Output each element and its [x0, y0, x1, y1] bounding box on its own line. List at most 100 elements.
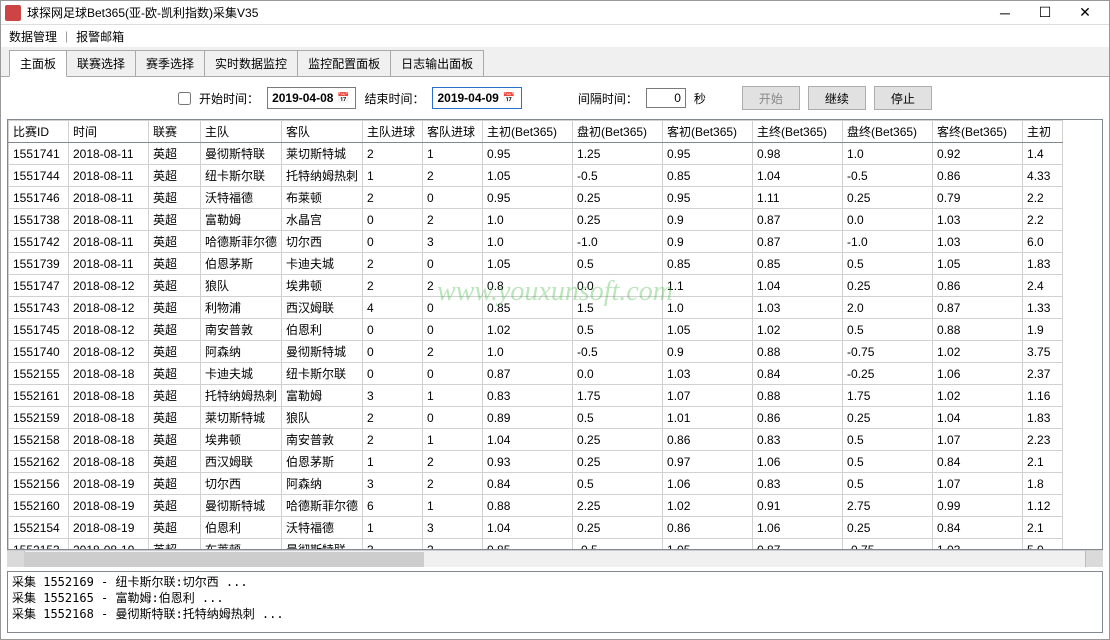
- interval-unit: 秒: [694, 90, 706, 107]
- table-cell: 1.06: [933, 363, 1023, 385]
- table-cell: 1.02: [933, 341, 1023, 363]
- table-cell: 0.83: [753, 429, 843, 451]
- table-row[interactable]: 15521612018-08-18英超托特纳姆热刺富勒姆310.831.751.…: [9, 385, 1063, 407]
- tab-league-select[interactable]: 联赛选择: [66, 50, 136, 76]
- table-cell: 0.99: [933, 495, 1023, 517]
- calendar-icon[interactable]: 📅: [335, 90, 351, 106]
- table-scroll[interactable]: 比赛ID时间联赛主队客队主队进球客队进球主初(Bet365)盘初(Bet365)…: [8, 120, 1102, 549]
- continue-button[interactable]: 继续: [808, 86, 866, 110]
- menu-data-manage[interactable]: 数据管理: [5, 26, 61, 47]
- table-cell: 1552155: [9, 363, 69, 385]
- table-cell: 曼彻斯特城: [282, 341, 363, 363]
- column-header[interactable]: 客终(Bet365): [933, 121, 1023, 143]
- column-header[interactable]: 盘终(Bet365): [843, 121, 933, 143]
- table-row[interactable]: 15521562018-08-19英超切尔西阿森纳320.840.51.060.…: [9, 473, 1063, 495]
- table-cell: 1.06: [753, 517, 843, 539]
- table-cell: 莱切斯特城: [282, 143, 363, 165]
- table-cell: 2018-08-12: [69, 341, 149, 363]
- table-cell: 4: [363, 297, 423, 319]
- table-row[interactable]: 15517442018-08-11英超纽卡斯尔联托特纳姆热刺121.05-0.5…: [9, 165, 1063, 187]
- table-row[interactable]: 15521532018-08-19英超布莱顿曼彻斯特联320.85-0.51.0…: [9, 539, 1063, 550]
- table-cell: 0: [423, 187, 483, 209]
- table-cell: 0.88: [753, 385, 843, 407]
- table-cell: 3: [363, 385, 423, 407]
- calendar-icon[interactable]: 📅: [501, 90, 517, 106]
- tab-realtime-monitor[interactable]: 实时数据监控: [204, 50, 298, 76]
- horizontal-scrollbar[interactable]: [7, 550, 1103, 567]
- table-cell: 0.95: [663, 187, 753, 209]
- column-header[interactable]: 主队进球: [363, 121, 423, 143]
- column-header[interactable]: 客队: [282, 121, 363, 143]
- table-cell: 0.5: [843, 451, 933, 473]
- table-row[interactable]: 15517382018-08-11英超富勒姆水晶宫021.00.250.90.8…: [9, 209, 1063, 231]
- tab-log-output[interactable]: 日志输出面板: [390, 50, 484, 76]
- start-button[interactable]: 开始: [742, 86, 800, 110]
- table-row[interactable]: 15517412018-08-11英超曼彻斯特联莱切斯特城210.951.250…: [9, 143, 1063, 165]
- tab-main-panel[interactable]: 主面板: [9, 50, 67, 77]
- table-cell: 2.2: [1023, 209, 1063, 231]
- log-panel[interactable]: 采集 1552169 - 纽卡斯尔联:切尔西 ...采集 1552165 - 富…: [7, 571, 1103, 633]
- table-cell: 3: [363, 539, 423, 550]
- tab-season-select[interactable]: 赛季选择: [135, 50, 205, 76]
- table-cell: 莱切斯特城: [201, 407, 282, 429]
- menu-alert-email[interactable]: 报警邮箱: [72, 26, 128, 47]
- table-cell: 2: [363, 187, 423, 209]
- table-cell: 哈德斯菲尔德: [201, 231, 282, 253]
- table-cell: 0.86: [663, 517, 753, 539]
- table-cell: 2.1: [1023, 451, 1063, 473]
- table-row[interactable]: 15521622018-08-18英超西汉姆联伯恩茅斯120.930.250.9…: [9, 451, 1063, 473]
- column-header[interactable]: 盘初(Bet365): [573, 121, 663, 143]
- table-cell: 0.91: [753, 495, 843, 517]
- column-header[interactable]: 比赛ID: [9, 121, 69, 143]
- table-row[interactable]: 15521582018-08-18英超埃弗顿南安普敦211.040.250.86…: [9, 429, 1063, 451]
- table-row[interactable]: 15517402018-08-12英超阿森纳曼彻斯特城021.0-0.50.90…: [9, 341, 1063, 363]
- table-cell: 1551738: [9, 209, 69, 231]
- table-cell: 2: [423, 539, 483, 550]
- table-cell: 英超: [149, 539, 201, 550]
- table-cell: 2: [363, 253, 423, 275]
- interval-spinner[interactable]: [646, 88, 686, 108]
- tab-monitor-config[interactable]: 监控配置面板: [297, 50, 391, 76]
- column-header[interactable]: 主初(Bet365): [483, 121, 573, 143]
- column-header[interactable]: 主队: [201, 121, 282, 143]
- table-cell: 1.75: [573, 385, 663, 407]
- table-cell: 狼队: [282, 407, 363, 429]
- table-row[interactable]: 15521542018-08-19英超伯恩利沃特福德131.040.250.86…: [9, 517, 1063, 539]
- table-cell: 0.5: [843, 473, 933, 495]
- column-header[interactable]: 客初(Bet365): [663, 121, 753, 143]
- table-cell: 1552162: [9, 451, 69, 473]
- table-row[interactable]: 15521552018-08-18英超卡迪夫城纽卡斯尔联000.870.01.0…: [9, 363, 1063, 385]
- table-row[interactable]: 15517452018-08-12英超南安普敦伯恩利001.020.51.051…: [9, 319, 1063, 341]
- stop-button[interactable]: 停止: [874, 86, 932, 110]
- table-cell: 2018-08-19: [69, 539, 149, 550]
- table-cell: -0.25: [843, 363, 933, 385]
- column-header[interactable]: 时间: [69, 121, 149, 143]
- table-row[interactable]: 15517462018-08-11英超沃特福德布莱顿200.950.250.95…: [9, 187, 1063, 209]
- column-header[interactable]: 客队进球: [423, 121, 483, 143]
- close-button[interactable]: ✕: [1065, 2, 1105, 24]
- table-cell: 布莱顿: [201, 539, 282, 550]
- minimize-button[interactable]: ─: [985, 2, 1025, 24]
- table-cell: 4.33: [1023, 165, 1063, 187]
- table-row[interactable]: 15521602018-08-19英超曼彻斯特城哈德斯菲尔德610.882.25…: [9, 495, 1063, 517]
- table-cell: 英超: [149, 407, 201, 429]
- maximize-button[interactable]: ☐: [1025, 2, 1065, 24]
- table-cell: 2018-08-12: [69, 297, 149, 319]
- column-header[interactable]: 主终(Bet365): [753, 121, 843, 143]
- column-header[interactable]: 主初: [1023, 121, 1063, 143]
- table-cell: 1.02: [663, 495, 753, 517]
- table-cell: 0.85: [753, 253, 843, 275]
- table-row[interactable]: 15517432018-08-12英超利物浦西汉姆联400.851.51.01.…: [9, 297, 1063, 319]
- table-cell: 卡迪夫城: [282, 253, 363, 275]
- table-row[interactable]: 15521592018-08-18英超莱切斯特城狼队200.890.51.010…: [9, 407, 1063, 429]
- table-cell: 2: [423, 341, 483, 363]
- column-header[interactable]: 联赛: [149, 121, 201, 143]
- table-row[interactable]: 15517472018-08-12英超狼队埃弗顿220.80.01.11.040…: [9, 275, 1063, 297]
- table-row[interactable]: 15517392018-08-11英超伯恩茅斯卡迪夫城201.050.50.85…: [9, 253, 1063, 275]
- table-row[interactable]: 15517422018-08-11英超哈德斯菲尔德切尔西031.0-1.00.9…: [9, 231, 1063, 253]
- table-cell: 1: [423, 429, 483, 451]
- table-cell: 1552158: [9, 429, 69, 451]
- end-time-input[interactable]: 2019-04-09📅: [432, 87, 521, 109]
- start-time-input[interactable]: 2019-04-08📅: [267, 87, 356, 109]
- start-time-checkbox[interactable]: [178, 92, 191, 105]
